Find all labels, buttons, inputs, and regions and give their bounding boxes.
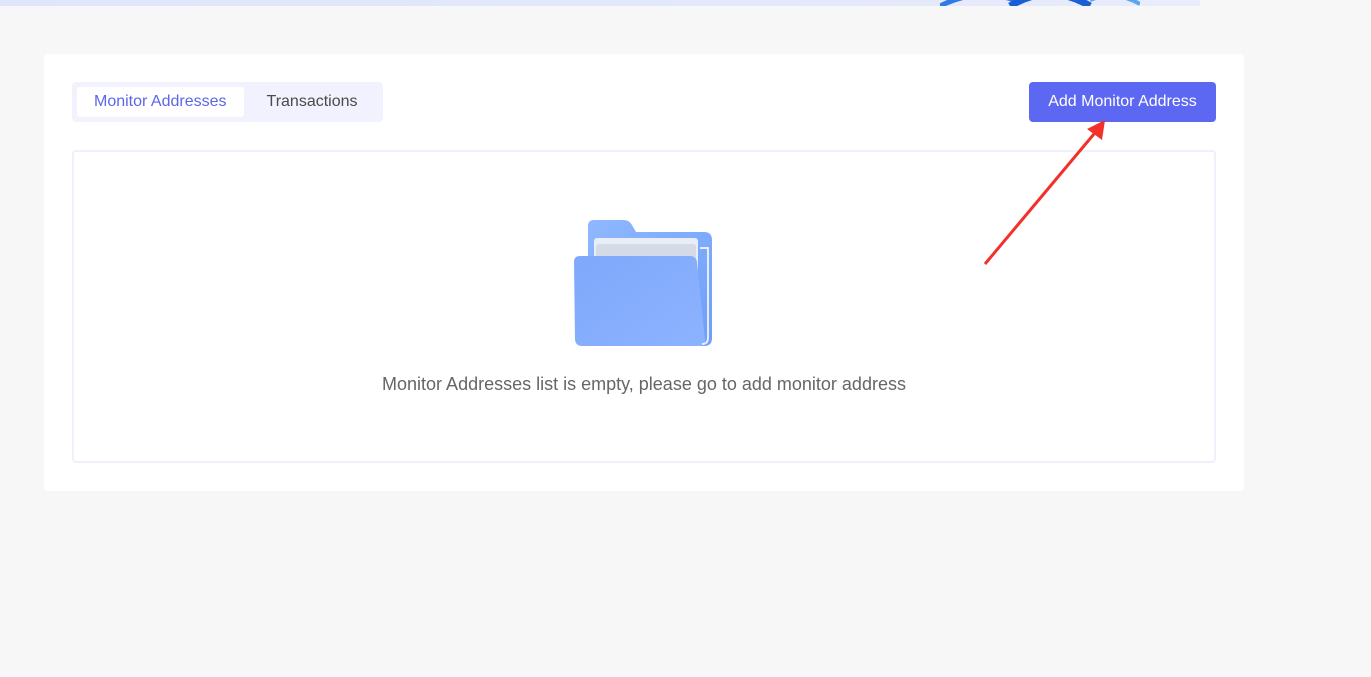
tab-monitor-addresses[interactable]: Monitor Addresses <box>77 87 244 117</box>
annotation-arrow <box>983 120 1105 265</box>
tab-transactions[interactable]: Transactions <box>250 87 375 117</box>
empty-state-message: Monitor Addresses list is empty, please … <box>382 374 906 394</box>
folder-icon <box>574 220 712 346</box>
top-banner-strip <box>0 0 1200 6</box>
tab-group: Monitor Addresses Transactions <box>72 82 383 122</box>
banner-swoosh-graphic <box>940 0 1140 6</box>
